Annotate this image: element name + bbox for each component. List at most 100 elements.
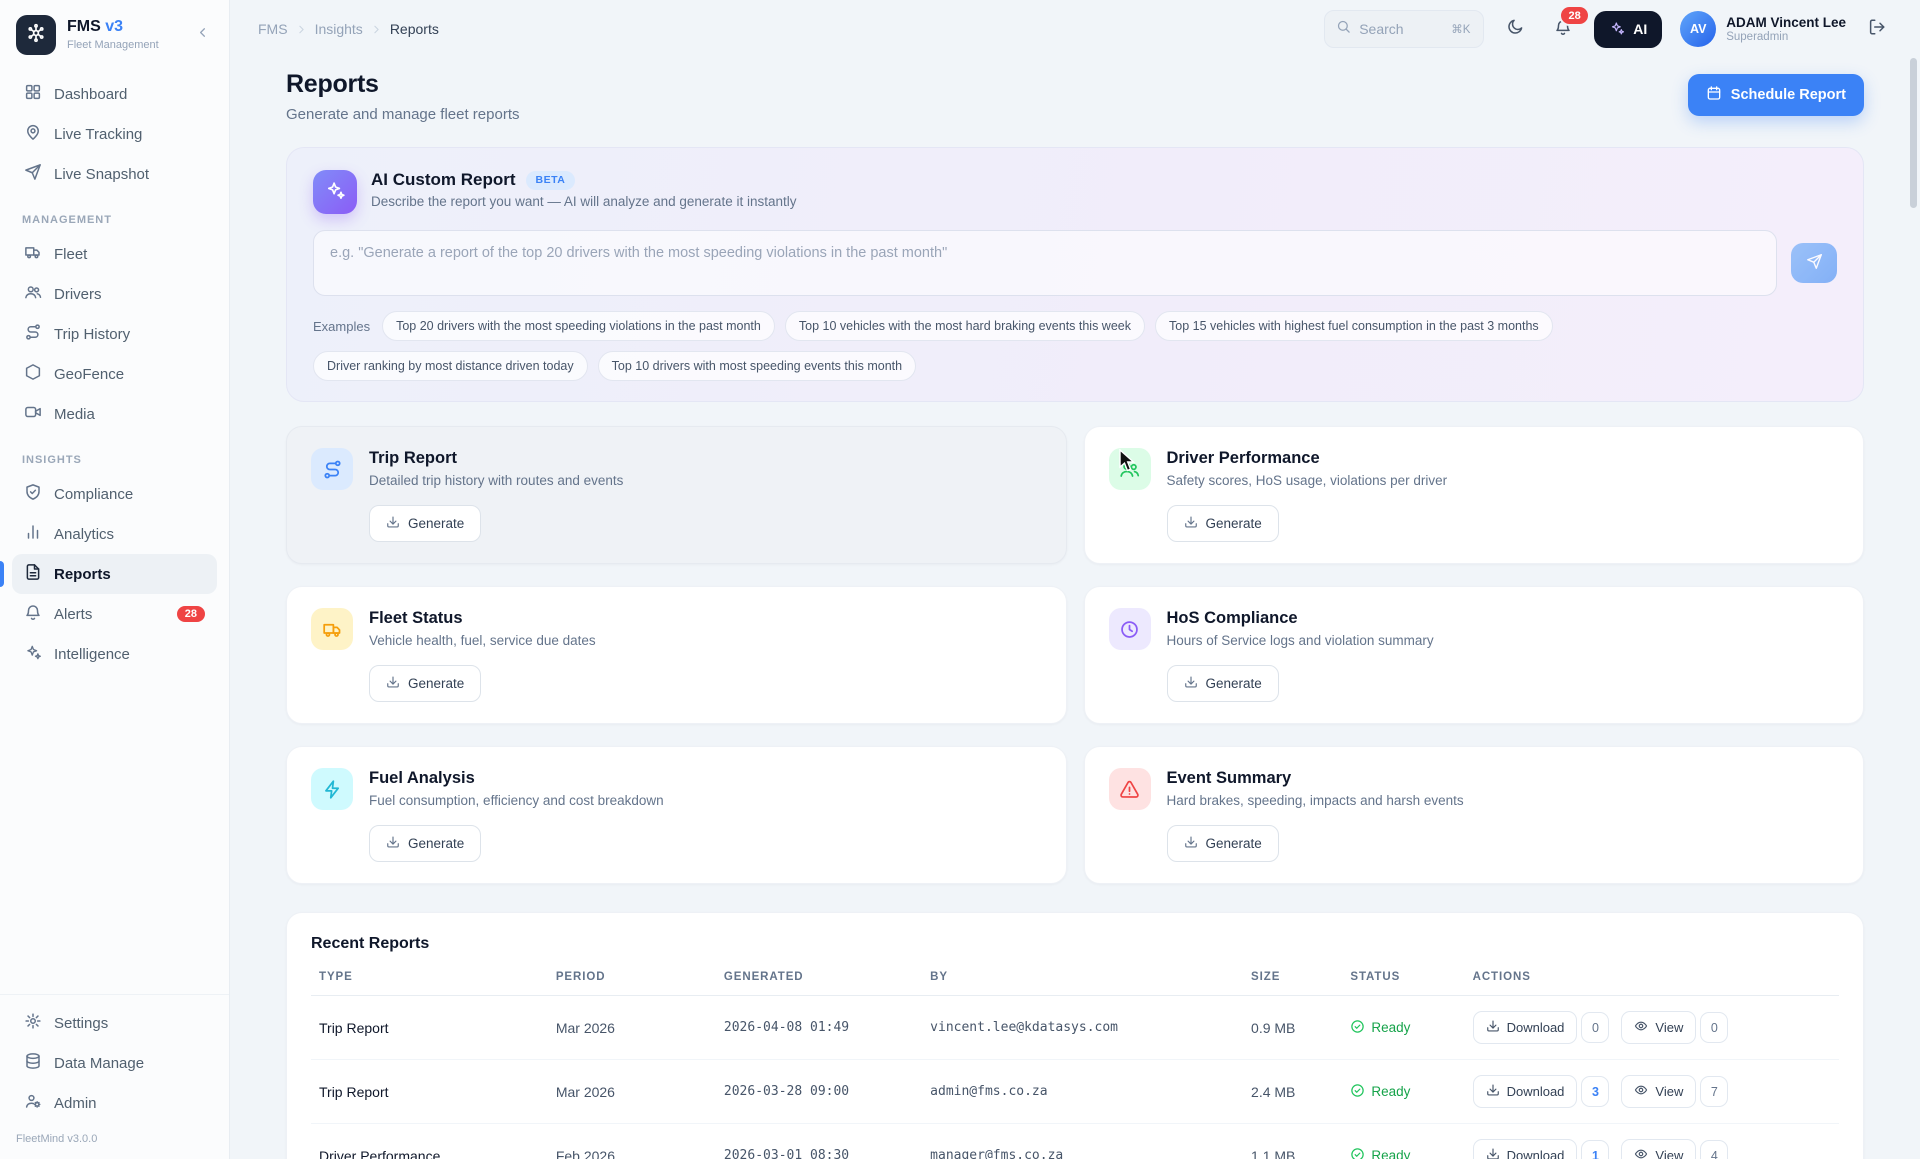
sidebar-item-label: Trip History bbox=[54, 326, 130, 343]
sidebar-item-settings[interactable]: Settings bbox=[12, 1003, 217, 1043]
notifications-button[interactable]: 28 bbox=[1546, 12, 1580, 46]
shield-check-icon bbox=[24, 483, 42, 505]
scrollbar-thumb[interactable] bbox=[1910, 58, 1917, 208]
report-card-trip-report[interactable]: Trip Report Detailed trip history with r… bbox=[286, 426, 1067, 564]
report-size: 2.4 MB bbox=[1243, 1060, 1342, 1124]
users-icon bbox=[24, 283, 42, 305]
view-button[interactable]: View bbox=[1621, 1011, 1696, 1044]
moon-icon bbox=[1506, 18, 1524, 41]
generate-trip-report-button[interactable]: Generate bbox=[369, 505, 481, 542]
sidebar-item-intelligence[interactable]: Intelligence bbox=[12, 634, 217, 674]
view-button[interactable]: View bbox=[1621, 1139, 1696, 1159]
sidebar-collapse-button[interactable] bbox=[189, 22, 215, 48]
example-chip[interactable]: Top 20 drivers with the most speeding vi… bbox=[382, 311, 775, 341]
table-row: Trip Report Mar 2026 2026-03-28 09:00 ad… bbox=[311, 1060, 1839, 1124]
example-chip[interactable]: Top 15 vehicles with highest fuel consum… bbox=[1155, 311, 1553, 341]
generate-hos-compliance-button[interactable]: Generate bbox=[1167, 665, 1279, 702]
eye-icon bbox=[1634, 1147, 1648, 1159]
sidebar-item-geofence[interactable]: GeoFence bbox=[12, 354, 217, 394]
ai-submit-button[interactable] bbox=[1791, 243, 1837, 283]
report-card-event-summary[interactable]: Event Summary Hard brakes, speeding, imp… bbox=[1084, 746, 1865, 884]
sidebar-item-live-tracking[interactable]: Live Tracking bbox=[12, 114, 217, 154]
report-period: Mar 2026 bbox=[548, 996, 716, 1060]
zap-icon bbox=[311, 768, 353, 810]
ai-assistant-button[interactable]: AI bbox=[1594, 11, 1662, 48]
report-card-title: Driver Performance bbox=[1167, 448, 1840, 468]
logout-button[interactable] bbox=[1860, 12, 1894, 46]
truck-icon bbox=[24, 243, 42, 265]
sidebar-item-dashboard[interactable]: Dashboard bbox=[12, 74, 217, 114]
theme-toggle-button[interactable] bbox=[1498, 12, 1532, 46]
generate-event-summary-button[interactable]: Generate bbox=[1167, 825, 1279, 862]
report-card-title: Fleet Status bbox=[369, 608, 1042, 628]
sidebar-item-label: Compliance bbox=[54, 486, 133, 503]
generate-driver-performance-button[interactable]: Generate bbox=[1167, 505, 1279, 542]
sidebar-item-trip-history[interactable]: Trip History bbox=[12, 314, 217, 354]
notification-count-badge: 28 bbox=[1559, 5, 1590, 26]
col-generated: GENERATED bbox=[716, 959, 922, 996]
app-name: FMS v3 bbox=[67, 18, 159, 36]
sidebar-item-reports[interactable]: Reports bbox=[12, 554, 217, 594]
ai-custom-report-card: AI Custom Report BETA Describe the repor… bbox=[286, 147, 1864, 402]
alert-triangle-icon bbox=[1109, 768, 1151, 810]
sparkles-icon bbox=[24, 643, 42, 665]
report-card-title: Fuel Analysis bbox=[369, 768, 1042, 788]
search-box[interactable]: ⌘K bbox=[1324, 10, 1484, 48]
report-size: 1.1 MB bbox=[1243, 1124, 1342, 1159]
view-button[interactable]: View bbox=[1621, 1075, 1696, 1108]
report-card-hos-compliance[interactable]: HoS Compliance Hours of Service logs and… bbox=[1084, 586, 1865, 724]
sidebar-item-alerts[interactable]: Alerts28 bbox=[12, 594, 217, 634]
report-card-fleet-status[interactable]: Fleet Status Vehicle health, fuel, servi… bbox=[286, 586, 1067, 724]
sidebar-item-media[interactable]: Media bbox=[12, 394, 217, 434]
app-title-block: FMS v3 Fleet Management bbox=[67, 18, 159, 51]
file-text-icon bbox=[24, 563, 42, 585]
sidebar-item-label: Admin bbox=[54, 1095, 97, 1112]
sidebar-item-live-snapshot[interactable]: Live Snapshot bbox=[12, 154, 217, 194]
schedule-report-button[interactable]: Schedule Report bbox=[1688, 74, 1864, 116]
truck-icon bbox=[311, 608, 353, 650]
sidebar-item-compliance[interactable]: Compliance bbox=[12, 474, 217, 514]
download-button[interactable]: Download bbox=[1473, 1075, 1578, 1108]
sidebar-item-label: Analytics bbox=[54, 526, 114, 543]
report-card-fuel-analysis[interactable]: Fuel Analysis Fuel consumption, efficien… bbox=[286, 746, 1067, 884]
report-by: manager@fms.co.za bbox=[922, 1124, 1243, 1159]
breadcrumb-insights[interactable]: Insights bbox=[315, 21, 363, 37]
search-input[interactable] bbox=[1359, 21, 1443, 37]
sidebar-item-fleet[interactable]: Fleet bbox=[12, 234, 217, 274]
sidebar-item-drivers[interactable]: Drivers bbox=[12, 274, 217, 314]
download-button[interactable]: Download bbox=[1473, 1139, 1578, 1159]
sidebar-item-label: Intelligence bbox=[54, 646, 130, 663]
example-chip[interactable]: Top 10 vehicles with the most hard braki… bbox=[785, 311, 1145, 341]
sidebar-item-data-manage[interactable]: Data Manage bbox=[12, 1043, 217, 1083]
database-icon bbox=[24, 1052, 42, 1074]
view-count: 7 bbox=[1700, 1076, 1728, 1107]
example-chip[interactable]: Driver ranking by most distance driven t… bbox=[313, 351, 588, 381]
col-period: PERIOD bbox=[548, 959, 716, 996]
download-icon bbox=[1184, 515, 1198, 532]
generate-fleet-status-button[interactable]: Generate bbox=[369, 665, 481, 702]
sidebar-item-label: Live Tracking bbox=[54, 126, 142, 143]
route-icon bbox=[24, 323, 42, 345]
breadcrumb-fms[interactable]: FMS bbox=[258, 21, 288, 37]
sidebar-item-label: Data Manage bbox=[54, 1055, 144, 1072]
sidebar-item-admin[interactable]: Admin bbox=[12, 1083, 217, 1123]
eye-icon bbox=[1634, 1019, 1648, 1036]
report-card-driver-performance[interactable]: Driver Performance Safety scores, HoS us… bbox=[1084, 426, 1865, 564]
grid-icon bbox=[24, 83, 42, 105]
ai-prompt-input[interactable] bbox=[313, 230, 1777, 296]
download-icon bbox=[1486, 1147, 1500, 1159]
download-button[interactable]: Download bbox=[1473, 1011, 1578, 1044]
user-menu[interactable]: AV ADAM Vincent Lee Superadmin bbox=[1680, 11, 1846, 47]
sidebar-item-analytics[interactable]: Analytics bbox=[12, 514, 217, 554]
users-icon bbox=[1109, 448, 1151, 490]
check-circle-icon bbox=[1350, 1019, 1365, 1037]
report-cards-grid: Trip Report Detailed trip history with r… bbox=[286, 426, 1864, 884]
report-by: admin@fms.co.za bbox=[922, 1060, 1243, 1124]
example-chip[interactable]: Top 10 drivers with most speeding events… bbox=[598, 351, 916, 381]
ai-card-title: AI Custom Report bbox=[371, 170, 516, 190]
generate-fuel-analysis-button[interactable]: Generate bbox=[369, 825, 481, 862]
hexagon-icon bbox=[24, 363, 42, 385]
check-circle-icon bbox=[1350, 1147, 1365, 1159]
ai-button-label: AI bbox=[1633, 21, 1647, 37]
ai-examples-row: Examples Top 20 drivers with the most sp… bbox=[313, 311, 1837, 381]
